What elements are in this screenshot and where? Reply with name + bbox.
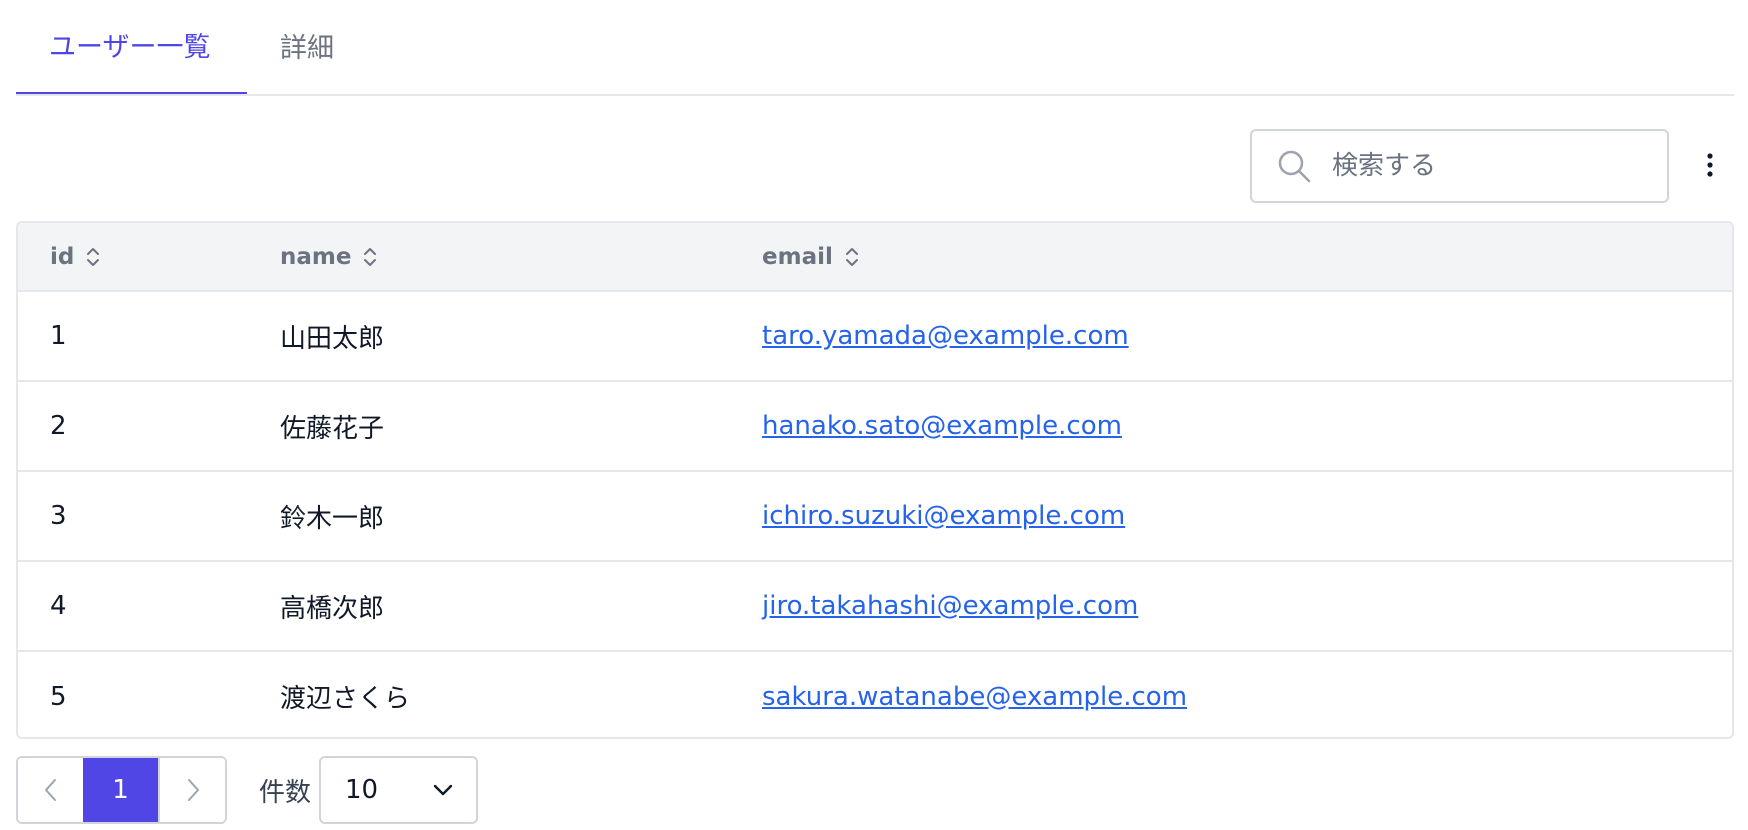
cell-id: 2 [18,380,280,471]
table-header: id name email [18,223,1732,292]
email-link[interactable]: ichiro.suzuki@example.com [762,501,1125,531]
sort-icon [87,247,100,266]
column-header-name[interactable]: name [280,223,762,292]
table-row: 2 佐藤花子 hanako.sato@example.com [18,380,1732,471]
column-header-email[interactable]: email [762,223,1732,292]
cell-id: 4 [18,560,280,651]
sort-icon [364,247,377,266]
email-link[interactable]: jiro.takahashi@example.com [762,591,1138,621]
cell-email: ichiro.suzuki@example.com [762,470,1732,561]
cell-name: 鈴木一郎 [280,470,762,561]
cell-email: jiro.takahashi@example.com [762,560,1732,651]
search-icon [1278,150,1311,183]
table-header-row: id name email [18,223,1732,292]
column-label: id [50,243,75,270]
page-size-value: 10 [345,775,379,805]
email-link[interactable]: hanako.sato@example.com [762,411,1122,441]
more-vertical-icon [1707,153,1713,177]
page-size-select[interactable]: 10 [319,756,479,824]
page-button-current[interactable]: 1 [83,758,158,822]
email-link[interactable]: taro.yamada@example.com [762,321,1129,351]
chevron-down-icon [433,784,453,796]
more-menu-button[interactable] [1696,148,1724,182]
sort-icon [845,247,858,266]
cell-email: sakura.watanabe@example.com [762,650,1732,737]
column-header-id[interactable]: id [18,223,280,292]
tab-details[interactable]: 詳細 [247,0,334,94]
cell-name: 山田太郎 [280,323,385,354]
table-body: 1 山田太郎 taro.yamada@example.com 2 佐藤花子 ha… [18,291,1732,737]
page-nav: 1 [16,756,227,824]
page-size-label: 件数 [259,777,312,808]
search-box[interactable] [1250,129,1669,203]
user-table: id name email 1 山田太郎 taro.yamada@example… [16,221,1734,739]
chevron-right-icon [187,779,199,801]
table-row: 3 鈴木一郎 ichiro.suzuki@example.com [18,470,1732,561]
search-input[interactable] [1332,151,1632,181]
tab-bar: ユーザー一覧 詳細 [16,0,1734,96]
table-row: 4 高橋次郎 jiro.takahashi@example.com [18,560,1732,651]
data-table: id name email 1 山田太郎 taro.yamada@example… [18,223,1732,737]
column-label: email [762,243,833,270]
cell-id: 3 [18,470,280,561]
prev-page-button[interactable] [18,758,83,822]
email-link[interactable]: sakura.watanabe@example.com [762,682,1187,712]
column-label: name [280,243,352,270]
cell-name: 佐藤花子 [280,380,762,471]
user-list-page: ユーザー一覧 詳細 検索する id name email 1 山田太郎 taro… [0,0,1748,830]
cell-name: 渡辺さくら [280,650,762,737]
chevron-left-icon [44,779,56,801]
tab-user-list[interactable]: ユーザー一覧 [16,0,247,94]
table-row: 5 渡辺さくら sakura.watanabe@example.com [18,650,1732,737]
next-page-button[interactable] [158,758,225,822]
tab-label: 詳細 [280,32,334,64]
pagination: 1 件数 10 [16,756,479,824]
tab-label: ユーザー一覧 [49,31,211,63]
cell-email: taro.yamada@example.com [762,291,1732,381]
table-row: 1 山田太郎 taro.yamada@example.com [18,291,1732,381]
cell-id: 1 [50,321,67,351]
cell-email: hanako.sato@example.com [762,380,1732,471]
cell-id: 5 [18,650,280,737]
cell-name: 高橋次郎 [280,560,762,651]
